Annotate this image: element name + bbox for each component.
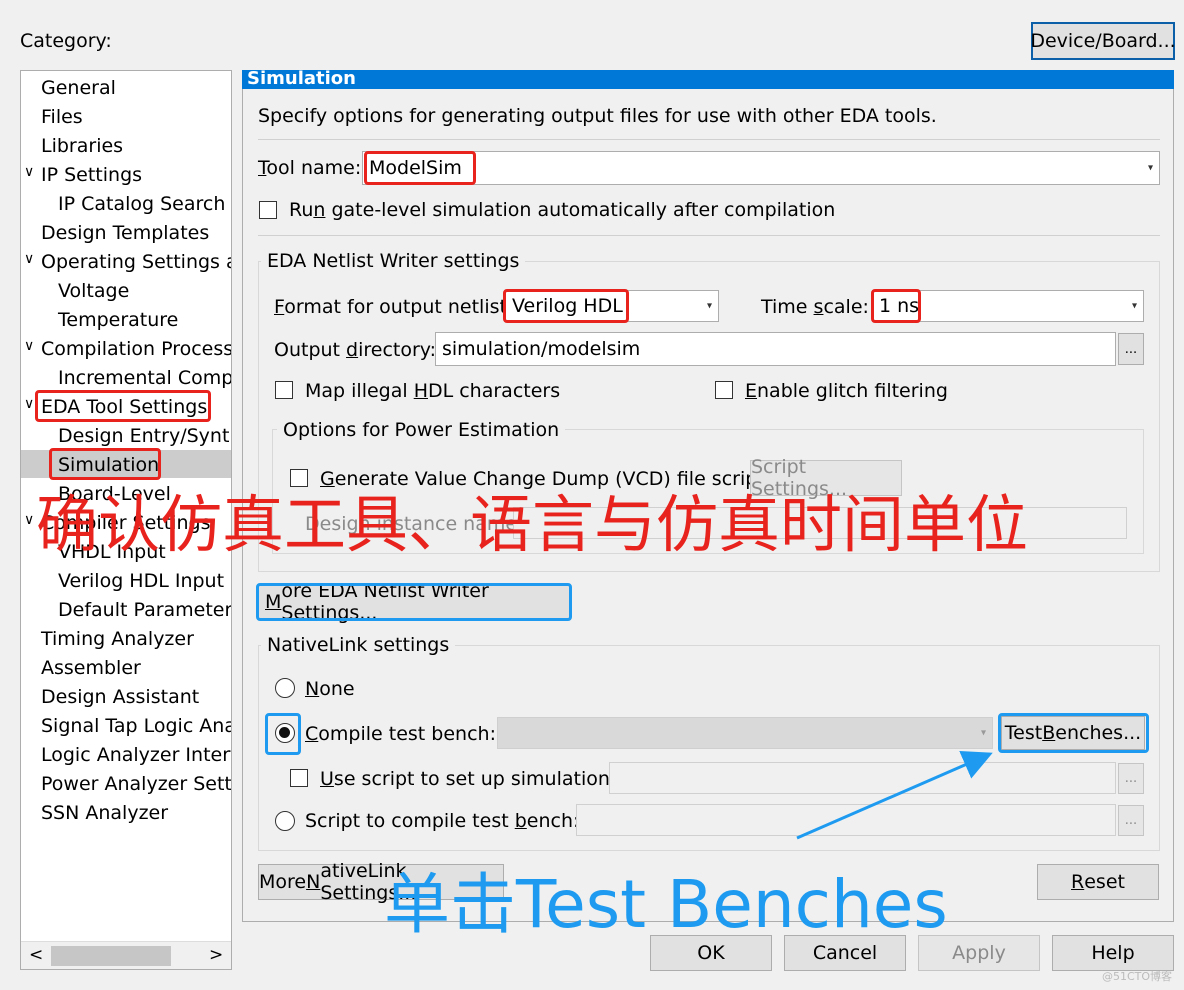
watermark: @51CTO博客 bbox=[1102, 970, 1173, 983]
annotation-red-caption: 确认仿真工具、语言与仿真时间单位 bbox=[36, 488, 1029, 561]
annotation-blue-caption: 单击Test Benches bbox=[384, 866, 948, 943]
